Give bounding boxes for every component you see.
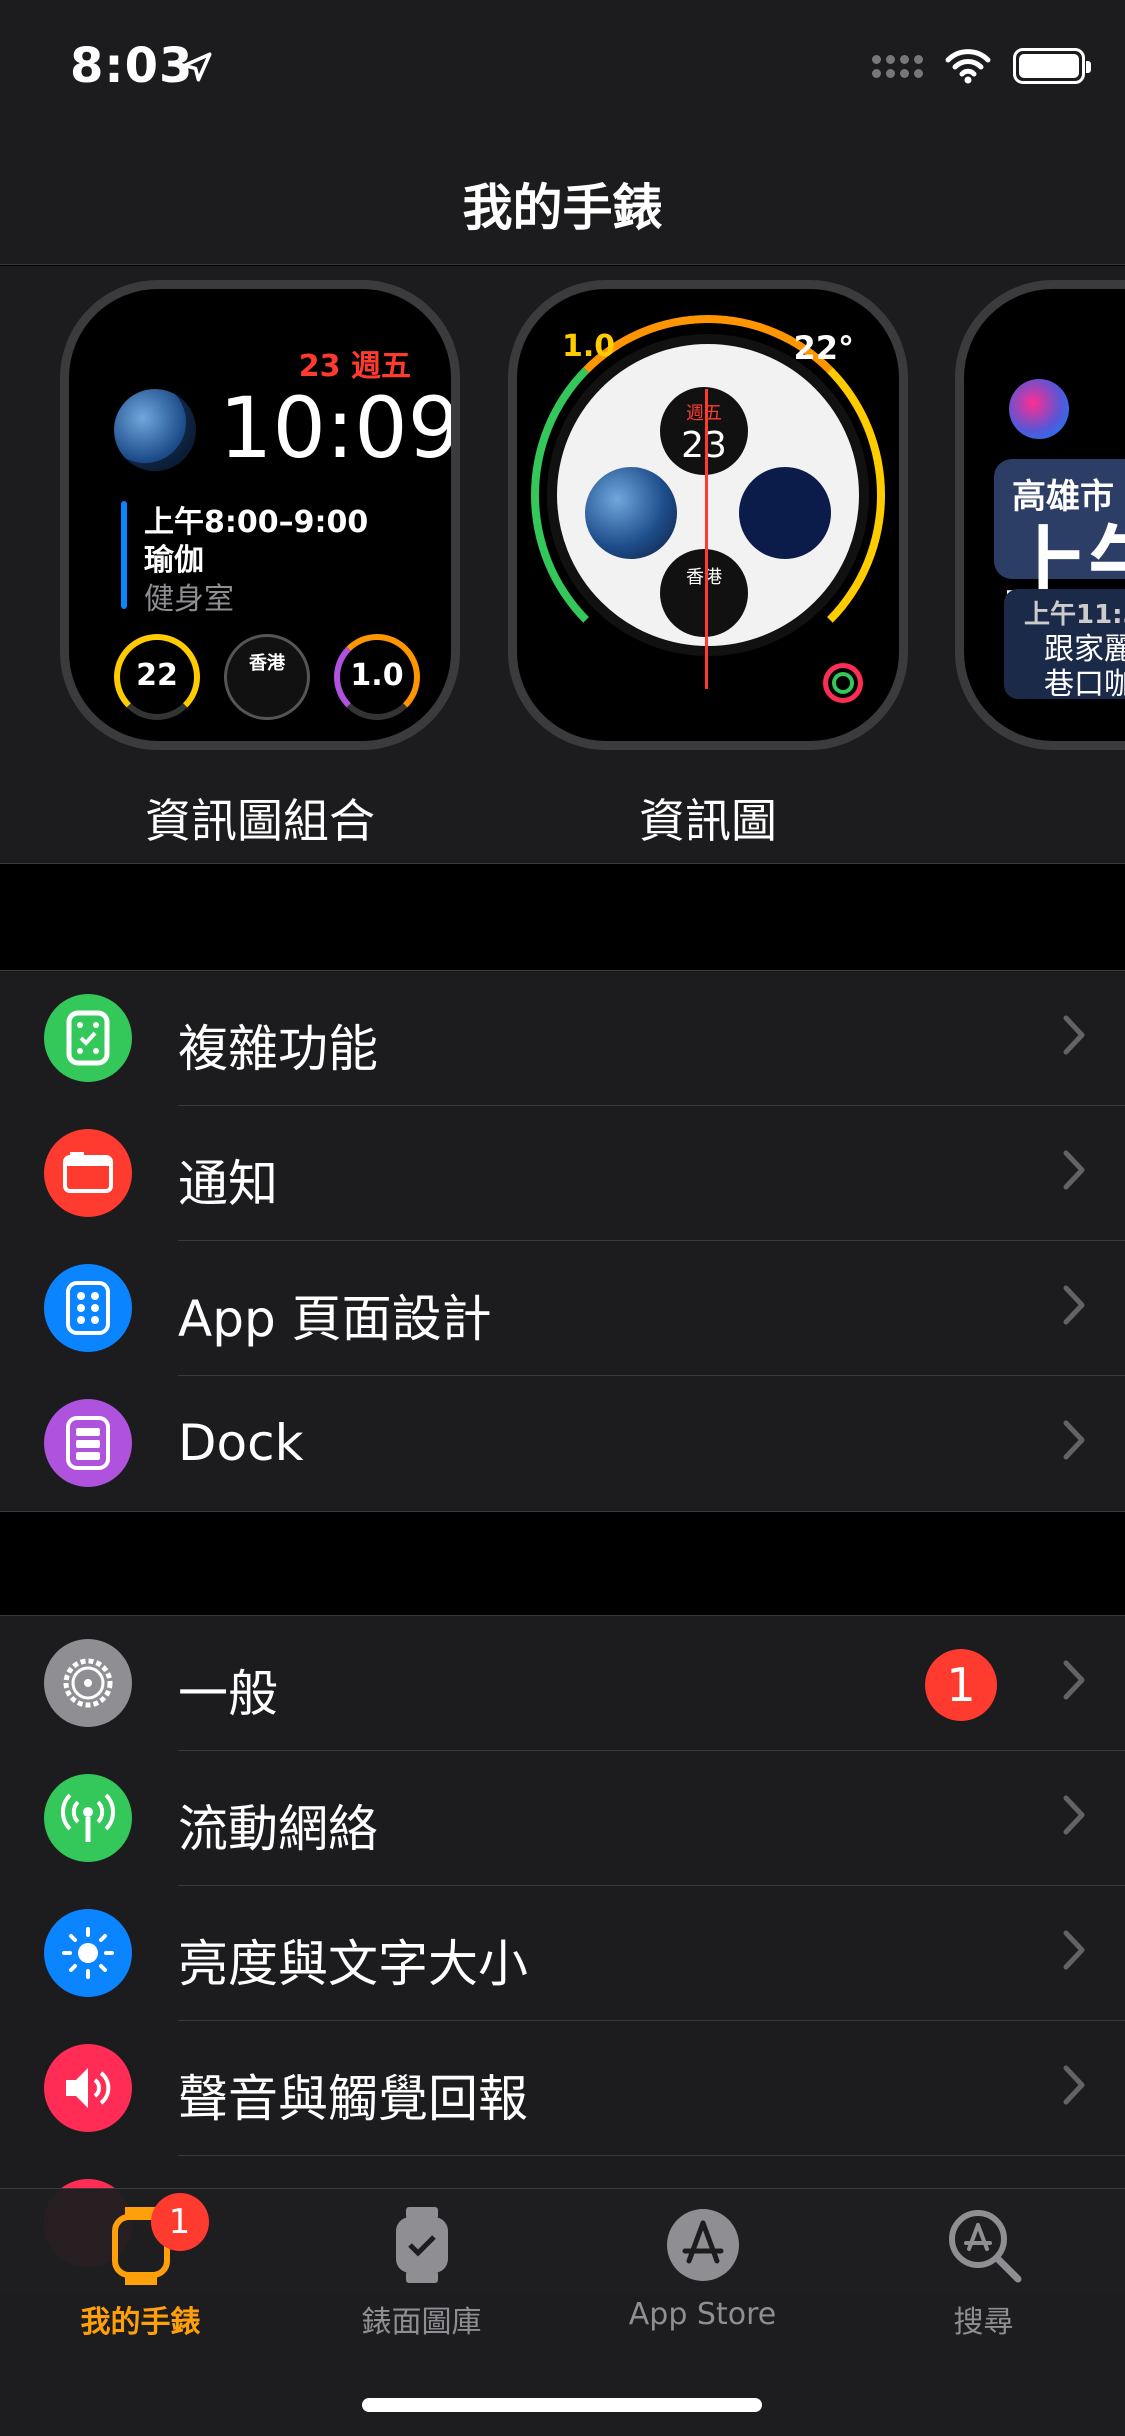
- world-clock-city: 香港: [249, 653, 285, 674]
- chevron-right-icon: [1063, 1420, 1085, 1460]
- world-clock-complication: 香港: [224, 634, 310, 720]
- uv-complication: 1.0: [334, 634, 420, 720]
- calendar-place: 巷口咖: [1044, 667, 1125, 702]
- tab-badge: 1: [150, 2193, 209, 2251]
- row-label: 亮度與文字大小: [178, 1935, 528, 1993]
- chevron-right-icon: [1063, 1285, 1085, 1325]
- settings-group-faces: 複雜功能 通知 App 頁面設計 Dock: [0, 970, 1125, 1512]
- battery-icon: [1013, 48, 1091, 84]
- chevron-right-icon: [1063, 1015, 1085, 1055]
- face-label: 資訊圖: [639, 794, 777, 848]
- watch-face-infograph[interactable]: 1.0 22° 週五 23 香港 資訊圖: [508, 280, 908, 848]
- status-bar: 8:03: [0, 0, 1125, 140]
- sound-icon: [44, 2044, 132, 2132]
- chevron-right-icon: [1063, 2065, 1085, 2105]
- event-bar: [121, 501, 127, 609]
- cellular-signal-icon: [872, 54, 923, 78]
- gear-icon: [44, 1639, 132, 1727]
- row-label: 聲音與觸覺回報: [178, 2070, 528, 2128]
- tab-search[interactable]: 搜尋: [843, 2205, 1124, 2341]
- app-store-icon: [663, 2205, 743, 2285]
- row-sounds-haptics[interactable]: 聲音與觸覺回報: [0, 2021, 1125, 2156]
- chevron-right-icon: [1063, 1660, 1085, 1700]
- uv-value: 1.0: [562, 329, 616, 364]
- earth-icon: [585, 467, 677, 559]
- search-icon: [944, 2205, 1024, 2285]
- watch-face-preview: 23 週五 10:09 上午8:00–9:00 瑜伽 健身室 22 香港 1.0: [60, 280, 460, 750]
- row-label: 通知: [178, 1155, 278, 1213]
- activity-rings-icon: [823, 663, 863, 703]
- wifi-icon: [945, 49, 991, 84]
- watch-faces-carousel[interactable]: 23 週五 10:09 上午8:00–9:00 瑜伽 健身室 22 香港 1.0…: [0, 266, 1125, 864]
- date-subdial: 週五 23: [660, 387, 748, 475]
- row-app-layout[interactable]: App 頁面設計: [0, 1241, 1125, 1376]
- world-clock-city: 香港: [686, 567, 722, 588]
- temperature-complication: 22: [114, 634, 200, 720]
- navigation-bar: 我的手錶: [0, 140, 1125, 265]
- row-label: 一般: [178, 1665, 278, 1723]
- moon-phase-icon: [739, 467, 831, 559]
- chevron-right-icon: [1063, 1795, 1085, 1835]
- chevron-right-icon: [1063, 1150, 1085, 1190]
- tab-my-watch[interactable]: 1 我的手錶: [0, 2193, 281, 2341]
- row-complications[interactable]: 複雜功能: [0, 971, 1125, 1106]
- row-label: Dock: [178, 1414, 304, 1472]
- app-layout-icon: [44, 1264, 132, 1352]
- event-title: 瑜伽: [144, 543, 204, 578]
- brightness-icon: [44, 1909, 132, 1997]
- watch-face-infograph-modular[interactable]: 23 週五 10:09 上午8:00–9:00 瑜伽 健身室 22 香港 1.0…: [60, 280, 460, 848]
- cellular-icon: [44, 1774, 132, 1862]
- earth-icon: [114, 389, 196, 471]
- date-day: 週五: [686, 403, 722, 424]
- watch-face-siri[interactable]: 高雄市 上午 上午11:3 跟家麗 巷口咖: [955, 280, 1125, 750]
- row-label: 流動網絡: [178, 1800, 378, 1858]
- notifications-icon: [44, 1129, 132, 1217]
- row-label: App 頁面設計: [178, 1290, 492, 1348]
- location-arrow-icon: [182, 52, 212, 82]
- tab-label: App Store: [628, 2297, 777, 2332]
- tab-label: 搜尋: [953, 2305, 1014, 2340]
- chevron-right-icon: [1063, 1930, 1085, 1970]
- watch-face-preview: 高雄市 上午 上午11:3 跟家麗 巷口咖: [955, 280, 1125, 750]
- watch-face-preview: 1.0 22° 週五 23 香港: [508, 280, 908, 750]
- siri-icon: [1009, 379, 1069, 439]
- tab-bar: 1 我的手錶 錶面圖庫 App Store 搜尋: [0, 2188, 1125, 2436]
- temperature-value: 22: [136, 658, 178, 693]
- row-general[interactable]: 一般 1: [0, 1616, 1125, 1751]
- tab-label: 錶面圖庫: [361, 2305, 482, 2340]
- date-number: 23: [681, 425, 727, 466]
- dock-icon: [44, 1399, 132, 1487]
- world-clock-subdial: 香港: [660, 549, 748, 637]
- face-time: 10:09: [219, 379, 460, 477]
- temperature-value: 22°: [793, 329, 854, 367]
- uv-value: 1.0: [350, 658, 404, 693]
- page-title: 我的手錶: [462, 179, 663, 237]
- event-place: 健身室: [144, 582, 234, 617]
- second-hand: [705, 389, 708, 689]
- complications-icon: [44, 994, 132, 1082]
- tab-face-gallery[interactable]: 錶面圖庫: [281, 2205, 562, 2341]
- status-time: 8:03: [70, 38, 194, 94]
- tab-label: 我的手錶: [80, 2305, 201, 2340]
- row-label: 複雜功能: [178, 1020, 378, 1078]
- row-notifications[interactable]: 通知: [0, 1106, 1125, 1241]
- tab-app-store[interactable]: App Store: [562, 2205, 843, 2332]
- row-brightness-text[interactable]: 亮度與文字大小: [0, 1886, 1125, 2021]
- face-gallery-icon: [382, 2205, 462, 2285]
- update-badge: 1: [925, 1649, 997, 1721]
- home-indicator: [362, 2398, 762, 2412]
- watch-icon: 1: [101, 2193, 209, 2285]
- face-label: 資訊圖組合: [145, 794, 375, 848]
- row-cellular[interactable]: 流動網絡: [0, 1751, 1125, 1886]
- row-dock[interactable]: Dock: [0, 1376, 1125, 1511]
